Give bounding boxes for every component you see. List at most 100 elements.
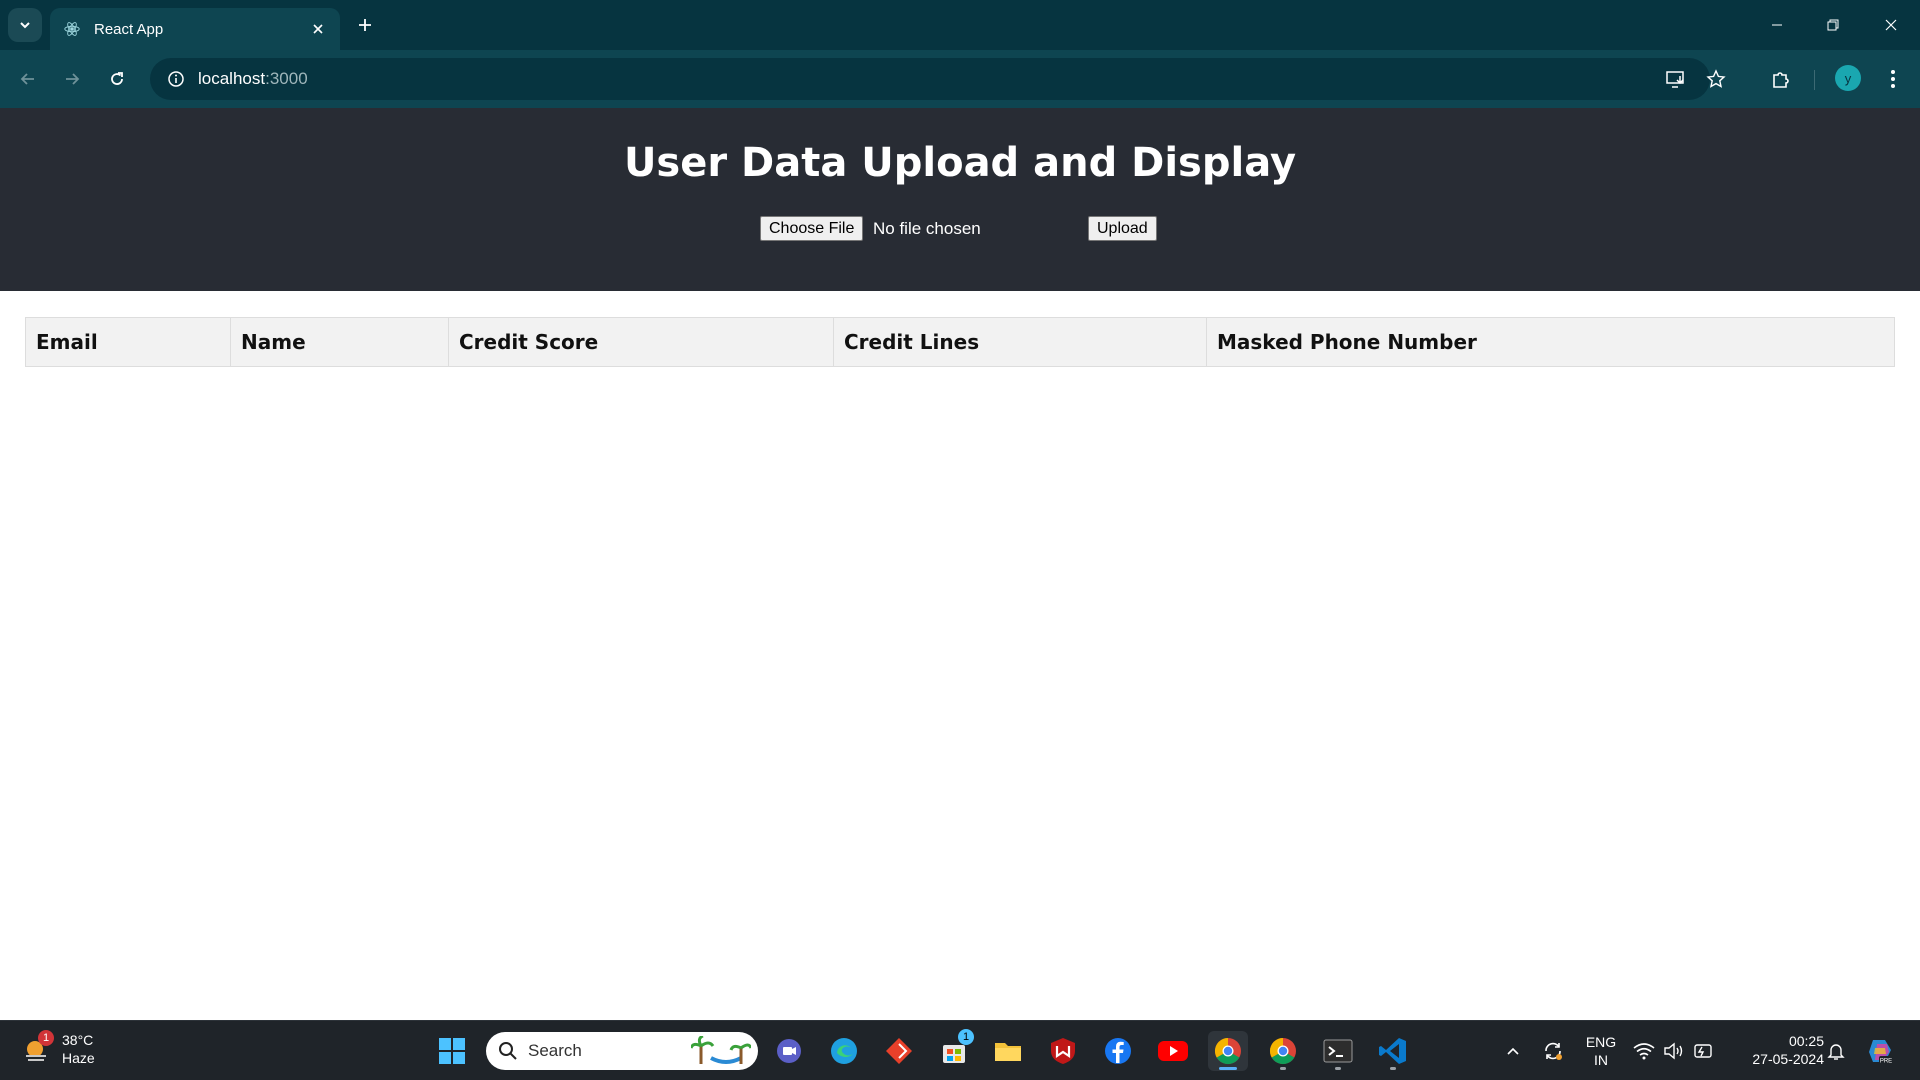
minimize-button[interactable]	[1754, 6, 1800, 44]
edge-browser-icon	[831, 1038, 857, 1064]
upload-button[interactable]: Upload	[1088, 216, 1157, 241]
copilot-button[interactable]: PRE	[1860, 1031, 1900, 1071]
plus-icon	[359, 19, 371, 31]
video-chat-icon	[777, 1039, 801, 1063]
taskbar-facebook[interactable]	[1098, 1031, 1138, 1071]
shield-icon	[1051, 1038, 1075, 1064]
active-app-indicator	[1219, 1067, 1237, 1070]
browser-menu-button[interactable]	[1876, 62, 1910, 96]
minimize-icon	[1772, 24, 1782, 26]
bookmark-star-icon[interactable]	[1704, 67, 1728, 91]
extensions-button[interactable]	[1764, 62, 1798, 96]
open-app-indicator	[1335, 1067, 1341, 1070]
column-header-masked-phone: Masked Phone Number	[1206, 317, 1895, 367]
copilot-icon: PRE	[1869, 1040, 1893, 1065]
taskbar-mcafee[interactable]	[1043, 1031, 1083, 1071]
volume-icon	[1664, 1042, 1683, 1060]
start-button[interactable]	[432, 1031, 472, 1071]
taskbar-chrome[interactable]	[1263, 1031, 1303, 1071]
sync-tray-button[interactable]	[1533, 1031, 1573, 1071]
browser-tabstrip: React App	[0, 0, 1920, 50]
taskbar-git-app[interactable]	[879, 1031, 919, 1071]
user-data-table: Email Name Credit Score Credit Lines Mas…	[25, 317, 1895, 367]
column-header-credit-score: Credit Score	[448, 317, 834, 367]
language-code: ENG	[1585, 1034, 1617, 1050]
svg-text:PRE: PRE	[1880, 1059, 1892, 1065]
more-vertical-icon	[1891, 70, 1895, 88]
clock-date: 27-05-2024	[1752, 1051, 1824, 1067]
taskbar-file-explorer[interactable]	[988, 1031, 1028, 1071]
search-icon	[499, 1042, 517, 1060]
close-window-button[interactable]	[1868, 6, 1914, 44]
react-logo-icon	[62, 19, 82, 39]
site-info-icon[interactable]	[164, 67, 188, 91]
back-button[interactable]	[11, 62, 45, 96]
search-placeholder: Search	[528, 1041, 582, 1060]
install-app-icon[interactable]	[1664, 67, 1688, 91]
tab-search-button[interactable]	[8, 8, 42, 42]
weather-badge: 1	[38, 1030, 54, 1046]
language-indicator[interactable]: ENG IN	[1580, 1033, 1622, 1069]
wifi-icon	[1633, 1043, 1655, 1060]
upload-row: Choose File No file chosen Upload	[0, 216, 1920, 242]
store-badge: 1	[958, 1029, 974, 1045]
close-icon	[1885, 19, 1897, 31]
reload-icon	[111, 72, 123, 85]
weather-widget[interactable]: 1 38°C Haze	[22, 1030, 95, 1067]
table-header-row: Email Name Credit Score Credit Lines Mas…	[25, 317, 1895, 367]
restore-button[interactable]	[1810, 6, 1856, 44]
new-tab-button[interactable]	[352, 12, 378, 38]
arrow-right-icon	[66, 73, 80, 85]
taskbar-teams[interactable]	[769, 1031, 809, 1071]
file-status-text: No file chosen	[873, 219, 981, 238]
clock[interactable]: 00:25 27-05-2024	[1730, 1032, 1824, 1068]
browser-toolbar: localhost:3000 y	[0, 50, 1920, 108]
column-header-name: Name	[230, 317, 449, 367]
vscode-icon	[1379, 1038, 1406, 1064]
app-header: User Data Upload and Display Choose File…	[0, 108, 1920, 291]
chevron-up-icon	[1507, 1047, 1519, 1055]
youtube-icon	[1158, 1041, 1188, 1061]
reload-button[interactable]	[100, 62, 134, 96]
chrome-icon	[1269, 1037, 1296, 1065]
tab-close-icon[interactable]	[308, 19, 328, 39]
notifications-button[interactable]	[1816, 1031, 1856, 1071]
taskbar-terminal[interactable]	[1318, 1031, 1358, 1071]
show-hidden-icons-button[interactable]	[1493, 1031, 1533, 1071]
choose-file-button[interactable]: Choose File	[760, 216, 864, 241]
url-port: :3000	[265, 69, 308, 88]
taskbar-chrome-profile-y[interactable]	[1208, 1031, 1248, 1071]
column-header-credit-lines: Credit Lines	[833, 317, 1207, 367]
tab-react-app[interactable]: React App	[50, 8, 340, 50]
chrome-icon	[1214, 1037, 1241, 1065]
open-app-indicator	[1280, 1067, 1286, 1070]
arrow-left-icon	[20, 73, 34, 85]
diamond-app-icon	[886, 1038, 912, 1064]
facebook-icon	[1105, 1038, 1131, 1064]
forward-button[interactable]	[55, 62, 89, 96]
toolbar-separator	[1814, 70, 1815, 90]
chevron-down-icon	[20, 22, 30, 29]
quick-settings-button[interactable]	[1627, 1031, 1721, 1071]
address-bar[interactable]: localhost:3000	[150, 58, 1726, 100]
taskbar-search[interactable]: Search	[486, 1032, 758, 1070]
sync-icon	[1545, 1042, 1562, 1060]
weather-temperature: 38°C	[62, 1032, 94, 1048]
battery-icon	[1694, 1044, 1712, 1058]
taskbar-youtube[interactable]	[1153, 1031, 1193, 1071]
folder-icon	[995, 1043, 1021, 1061]
column-header-email: Email	[25, 317, 231, 367]
search-highlight-palm-icon	[691, 1036, 751, 1064]
clock-time: 00:25	[1788, 1033, 1824, 1049]
taskbar-edge[interactable]	[824, 1031, 864, 1071]
page-title: User Data Upload and Display	[623, 140, 1297, 186]
tab-title: React App	[94, 20, 164, 38]
restore-icon	[1827, 19, 1839, 31]
url-host: localhost	[198, 69, 266, 88]
profile-avatar[interactable]: y	[1835, 65, 1861, 91]
puzzle-icon	[1773, 72, 1789, 88]
taskbar-vscode[interactable]	[1373, 1031, 1413, 1071]
language-region: IN	[1594, 1052, 1608, 1068]
windows-logo-icon	[439, 1038, 465, 1064]
taskbar-store[interactable]: 1	[934, 1029, 974, 1071]
